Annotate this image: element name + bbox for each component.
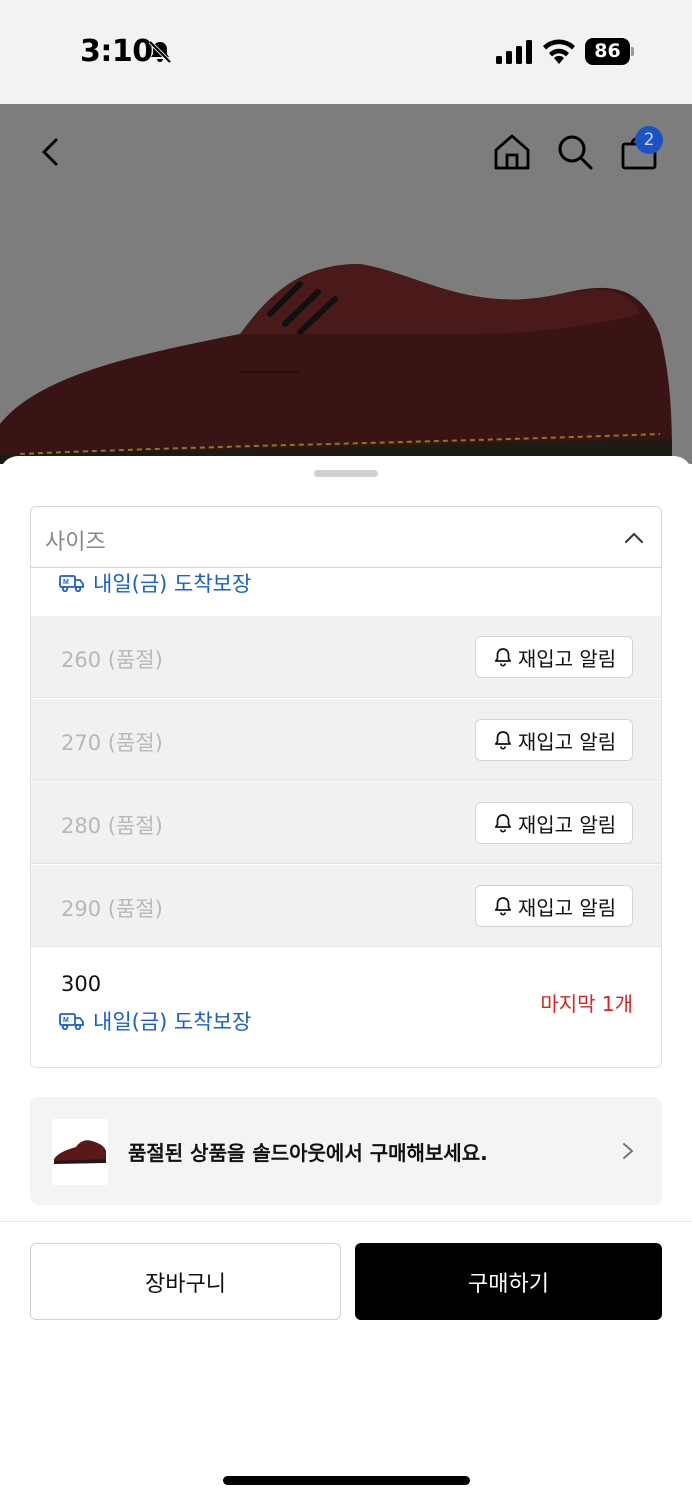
- size-option-soldout: 260 (품절) 재입고 알림: [31, 616, 661, 698]
- size-option-soldout: 280 (품절) 재입고 알림: [31, 782, 661, 864]
- wifi-icon: [543, 39, 575, 64]
- delivery-truck-icon: M: [59, 1013, 84, 1031]
- size-option-label: 300: [61, 972, 102, 996]
- size-option-soldout: 270 (품절) 재입고 알림: [31, 699, 661, 781]
- battery-indicator: 86: [585, 38, 635, 65]
- bell-icon: [494, 897, 511, 916]
- restock-alert-label: 재입고 알림: [517, 729, 617, 754]
- restock-alert-button[interactable]: 재입고 알림: [475, 636, 633, 678]
- soldout-promo-banner[interactable]: 품절된 상품을 솔드아웃에서 구매해보세요.: [30, 1097, 662, 1205]
- cart-count-badge: 2: [635, 126, 663, 154]
- svg-text:M: M: [63, 579, 69, 586]
- status-bar: 3:10 86: [0, 0, 692, 104]
- buy-now-button[interactable]: 구매하기: [355, 1243, 662, 1320]
- bell-off-icon: [148, 40, 172, 64]
- option-bottom-sheet: 사이즈 M 내일(금) 도착보장 260 (품절) 재입고 알림 270 (품절…: [0, 456, 692, 1500]
- back-icon[interactable]: [30, 130, 74, 174]
- battery-tip: [631, 47, 634, 56]
- delivery-guarantee: M 내일(금) 도착보장: [59, 568, 251, 598]
- size-option-label: 260 (품절): [61, 648, 163, 672]
- restock-alert-button[interactable]: 재입고 알림: [475, 719, 633, 761]
- bell-icon: [494, 731, 511, 750]
- divider: [0, 1221, 692, 1222]
- size-option-label: 280 (품절): [61, 814, 163, 838]
- add-to-cart-button[interactable]: 장바구니: [30, 1243, 341, 1320]
- restock-alert-button[interactable]: 재입고 알림: [475, 802, 633, 844]
- size-option-instock[interactable]: 300 M 내일(금) 도착보장 마지막 1개: [31, 948, 661, 1067]
- size-option-label: 270 (품절): [61, 731, 163, 755]
- restock-alert-button[interactable]: 재입고 알림: [475, 885, 633, 927]
- product-thumbnail: [52, 1119, 108, 1185]
- size-option-partial[interactable]: M 내일(금) 도착보장: [31, 568, 661, 616]
- size-option-list[interactable]: M 내일(금) 도착보장 260 (품절) 재입고 알림 270 (품절) 재입…: [30, 568, 662, 1068]
- restock-alert-label: 재입고 알림: [517, 812, 617, 837]
- delivery-text: 내일(금) 도착보장: [93, 572, 252, 596]
- product-image-area: 2: [0, 104, 692, 464]
- home-icon[interactable]: [490, 130, 534, 174]
- size-dropdown-label: 사이즈: [45, 530, 106, 555]
- svg-text:M: M: [63, 1017, 69, 1024]
- delivery-truck-icon: M: [59, 575, 84, 593]
- signal-icon: [496, 40, 532, 64]
- bell-icon: [494, 814, 511, 833]
- chevron-right-icon: [623, 1143, 633, 1159]
- battery-level: 86: [585, 38, 630, 65]
- restock-alert-label: 재입고 알림: [517, 895, 617, 920]
- size-dropdown[interactable]: 사이즈: [30, 506, 662, 568]
- search-icon[interactable]: [553, 130, 597, 174]
- stock-remaining-note: 마지막 1개: [540, 992, 633, 1016]
- status-time: 3:10: [80, 34, 153, 69]
- bell-icon: [494, 648, 511, 667]
- size-option-label: 290 (품절): [61, 897, 163, 921]
- delivery-text: 내일(금) 도착보장: [93, 1010, 252, 1034]
- soldout-promo-text: 품절된 상품을 솔드아웃에서 구매해보세요.: [128, 1141, 488, 1165]
- restock-alert-label: 재입고 알림: [517, 646, 617, 671]
- sheet-drag-handle[interactable]: [314, 470, 378, 477]
- size-option-soldout: 290 (품절) 재입고 알림: [31, 865, 661, 947]
- chevron-up-icon: [625, 533, 643, 543]
- home-indicator[interactable]: [223, 1476, 470, 1485]
- delivery-guarantee: M 내일(금) 도착보장: [59, 1006, 251, 1036]
